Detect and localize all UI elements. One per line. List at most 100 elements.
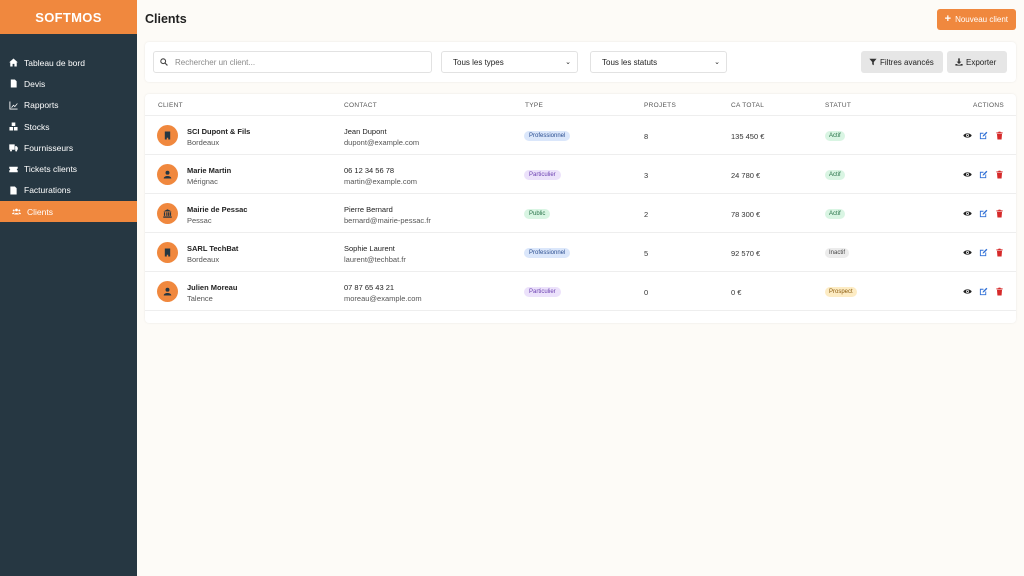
- row-actions: [962, 169, 1005, 180]
- type-badge: Professionnel: [524, 131, 571, 141]
- sidebar-item-tableau-de-bord[interactable]: Tableau de bord: [0, 52, 137, 73]
- client-email: laurent@techbat.fr: [344, 255, 406, 264]
- sidebar-item-label: Tickets clients: [24, 164, 78, 175]
- chart-line-icon: [8, 100, 18, 110]
- client-name[interactable]: Julien Moreau: [187, 283, 237, 292]
- edit-icon[interactable]: [978, 286, 989, 297]
- invoice-icon: [8, 185, 18, 195]
- search-input[interactable]: [175, 57, 415, 67]
- search-box[interactable]: [153, 51, 432, 73]
- user-icon: [157, 281, 178, 302]
- sidebar-item-tickets-clients[interactable]: Tickets clients: [0, 158, 137, 179]
- client-city: Mérignac: [187, 177, 218, 186]
- ca-total: 78 300 €: [731, 210, 761, 219]
- view-icon[interactable]: [962, 247, 973, 258]
- sidebar-item-stocks[interactable]: Stocks: [0, 116, 137, 137]
- edit-icon[interactable]: [978, 130, 989, 141]
- delete-icon[interactable]: [994, 130, 1005, 141]
- client-contact: Pierre Bernard: [344, 205, 393, 214]
- delete-icon[interactable]: [994, 286, 1005, 297]
- advanced-filters-label: Filtres avancés: [880, 57, 934, 67]
- type-badge: Public: [524, 209, 551, 219]
- client-name[interactable]: SCI Dupont & Fils: [187, 127, 250, 136]
- sidebar-item-facturations[interactable]: Facturations: [0, 180, 137, 201]
- client-contact: Jean Dupont: [344, 127, 387, 136]
- view-icon[interactable]: [962, 130, 973, 141]
- file-icon: [8, 79, 18, 89]
- ca-total: 92 570 €: [731, 249, 761, 258]
- delete-icon[interactable]: [994, 169, 1005, 180]
- table-row[interactable]: Mairie de Pessac Pessac Pierre Bernard b…: [145, 194, 1016, 233]
- type-badge: Particulier: [524, 287, 561, 297]
- boxes-icon: [8, 122, 18, 132]
- client-name[interactable]: SARL TechBat: [187, 244, 238, 253]
- column-header-type[interactable]: TYPE: [525, 102, 543, 109]
- home-icon: [8, 58, 18, 68]
- column-header-ca-total[interactable]: CA TOTAL: [731, 102, 764, 109]
- edit-icon[interactable]: [978, 247, 989, 258]
- brand-logo[interactable]: SOFTMOS: [0, 0, 137, 34]
- sidebar-item-label: Rapports: [24, 100, 59, 111]
- sidebar: SOFTMOS Tableau de bord Devis Rapports S…: [0, 0, 137, 576]
- table-row[interactable]: SCI Dupont & Fils Bordeaux Jean Dupont d…: [145, 116, 1016, 155]
- edit-icon[interactable]: [978, 169, 989, 180]
- ca-total: 24 780 €: [731, 171, 761, 180]
- client-name[interactable]: Marie Martin: [187, 166, 231, 175]
- sidebar-item-label: Fournisseurs: [24, 142, 74, 153]
- users-icon: [11, 207, 21, 217]
- client-contact: 06 12 34 56 78: [344, 166, 395, 175]
- ca-total: 135 450 €: [731, 132, 765, 141]
- sidebar-item-label: Facturations: [24, 185, 71, 196]
- plus-icon: +: [944, 13, 952, 25]
- project-count: 8: [644, 132, 649, 141]
- column-header-statut[interactable]: STATUT: [825, 102, 851, 109]
- client-name[interactable]: Mairie de Pessac: [187, 205, 247, 214]
- status-badge: Inactif: [825, 248, 850, 258]
- building-icon: [157, 242, 178, 263]
- client-city: Talence: [187, 294, 213, 303]
- download-icon: [955, 58, 963, 66]
- new-client-button[interactable]: + Nouveau client: [936, 9, 1016, 30]
- view-icon[interactable]: [962, 208, 973, 219]
- column-header-client[interactable]: CLIENT: [158, 102, 183, 109]
- table-row[interactable]: Julien Moreau Talence 07 87 65 43 21 mor…: [145, 272, 1016, 311]
- column-header-projets[interactable]: PROJETS: [644, 102, 676, 109]
- export-button[interactable]: Exporter: [947, 51, 1007, 73]
- building-icon: [157, 125, 178, 146]
- delete-icon[interactable]: [994, 247, 1005, 258]
- status-select[interactable]: Tous les statuts ⌄: [590, 51, 727, 73]
- ca-total: 0 €: [731, 288, 742, 297]
- status-badge: Actif: [825, 170, 845, 180]
- table-row[interactable]: Marie Martin Mérignac 06 12 34 56 78 mar…: [145, 155, 1016, 194]
- sidebar-item-label: Clients: [27, 206, 53, 217]
- view-icon[interactable]: [962, 169, 973, 180]
- page-title: Clients: [145, 12, 187, 26]
- clients-table: CLIENT CONTACT TYPE PROJETS CA TOTAL STA…: [145, 94, 1016, 323]
- client-email: bernard@mairie-pessac.fr: [344, 216, 431, 225]
- column-header-actions: ACTIONS: [973, 102, 1004, 109]
- column-header-contact[interactable]: CONTACT: [344, 102, 377, 109]
- filter-bar: Tous les types ⌄ Tous les statuts ⌄ Filt…: [145, 42, 1016, 82]
- status-badge: Prospect: [825, 287, 857, 297]
- row-actions: [962, 286, 1005, 297]
- client-email: dupont@example.com: [344, 138, 420, 147]
- delete-icon[interactable]: [994, 208, 1005, 219]
- edit-icon[interactable]: [978, 208, 989, 219]
- project-count: 2: [644, 210, 649, 219]
- status-badge: Actif: [825, 131, 845, 141]
- view-icon[interactable]: [962, 286, 973, 297]
- type-select-value: Tous les types: [453, 57, 504, 67]
- table-row[interactable]: SARL TechBat Bordeaux Sophie Laurent lau…: [145, 233, 1016, 272]
- sidebar-item-clients[interactable]: Clients: [0, 201, 137, 223]
- advanced-filters-button[interactable]: Filtres avancés: [861, 51, 943, 73]
- client-contact: Sophie Laurent: [344, 244, 395, 253]
- user-icon: [157, 164, 178, 185]
- sidebar-item-fournisseurs[interactable]: Fournisseurs: [0, 137, 137, 158]
- project-count: 3: [644, 171, 649, 180]
- sidebar-item-rapports[interactable]: Rapports: [0, 95, 137, 116]
- row-actions: [962, 208, 1005, 219]
- sidebar-item-devis[interactable]: Devis: [0, 73, 137, 94]
- type-select[interactable]: Tous les types ⌄: [441, 51, 578, 73]
- landmark-icon: [157, 203, 178, 224]
- chevron-down-icon: ⌄: [565, 59, 571, 66]
